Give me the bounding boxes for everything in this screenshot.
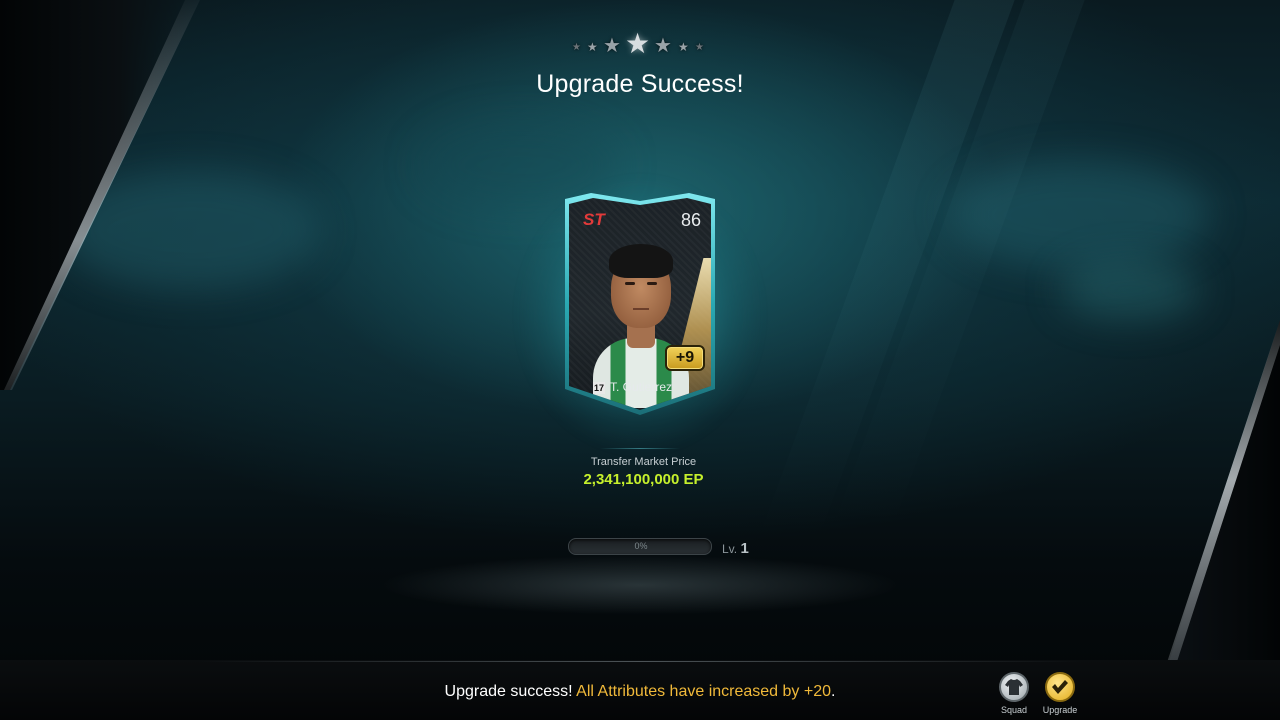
price-value: 2,341,100,000 EP (583, 471, 704, 488)
right-frame (1150, 320, 1280, 720)
level-value: 1 (740, 540, 749, 557)
player-card[interactable]: ST 86 17 T. Gutierrez (569, 198, 711, 410)
floor-glow (380, 555, 900, 615)
page-title: Upgrade Success! (536, 70, 744, 98)
star-icon: ★ (625, 28, 651, 59)
bottom-divider (200, 661, 1080, 662)
upgrade-level-badge: +9 (665, 345, 705, 371)
squad-shirt-icon (999, 672, 1029, 702)
level-prefix: Lv. (722, 542, 738, 556)
squad-button[interactable]: Squad (992, 672, 1036, 715)
star-icon: ★ (678, 40, 689, 54)
checkmark-icon (1045, 672, 1075, 702)
cloud-haze (1060, 260, 1200, 320)
star-rating: ★ ★ ★ ★ ★ ★ ★ (540, 30, 740, 64)
left-frame (0, 0, 200, 390)
upgrade-button[interactable]: Upgrade (1038, 672, 1082, 715)
star-icon: ★ (572, 42, 581, 53)
message-highlight: All Attributes have increased by +20 (576, 683, 831, 700)
message-suffix: . (831, 683, 836, 700)
level-label: Lv. 1 (722, 540, 749, 557)
level-progress-text: 0% (634, 541, 648, 551)
squad-button-label: Squad (1000, 705, 1028, 715)
upgrade-button-label: Upgrade (1042, 705, 1078, 715)
star-icon: ★ (587, 40, 598, 54)
divider (600, 448, 680, 449)
message-prefix: Upgrade success! (444, 683, 577, 700)
game-stage: ★ ★ ★ ★ ★ ★ ★ Upgrade Success! ST 86 17 … (0, 0, 1280, 720)
status-message: Upgrade success! All Attributes have inc… (0, 683, 1280, 701)
season-badge: 17 (593, 382, 605, 394)
star-icon: ★ (695, 42, 704, 53)
card-position: ST (583, 210, 605, 229)
star-icon: ★ (603, 35, 621, 57)
card-rating: 86 (680, 210, 701, 230)
price-label: Transfer Market Price (590, 456, 697, 468)
star-icon: ★ (654, 35, 672, 57)
level-progress-bar: 0% (568, 538, 712, 555)
player-name: T. Gutierrez (610, 380, 673, 394)
